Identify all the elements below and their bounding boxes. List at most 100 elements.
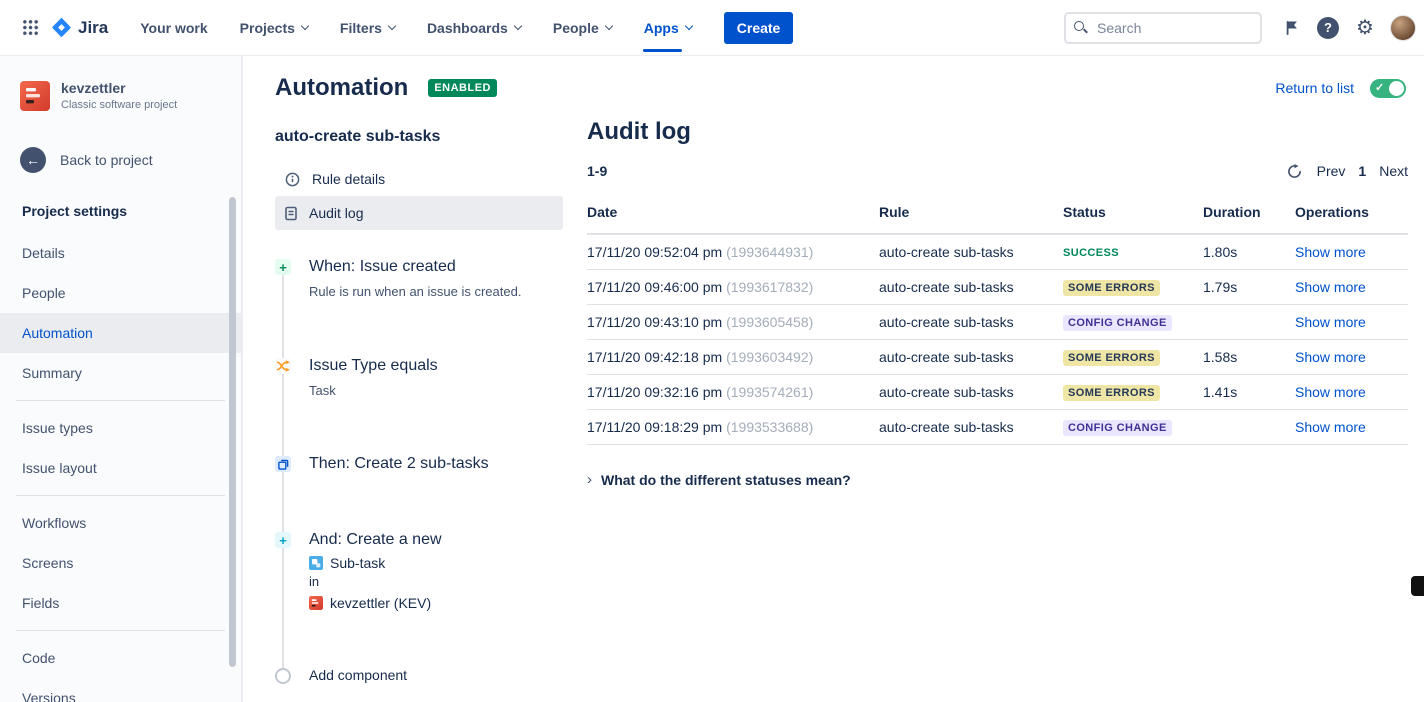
audit-duration: 1.58s xyxy=(1203,340,1295,375)
audit-table-body: 17/11/20 09:52:04 pm (1993644931)auto-cr… xyxy=(587,234,1408,445)
back-to-project-label: Back to project xyxy=(60,152,153,168)
tab-rule-details[interactable]: Rule details xyxy=(275,162,563,196)
audit-status: SOME ERRORS xyxy=(1063,375,1203,410)
rule-panel: auto-create sub-tasks Rule details xyxy=(275,114,587,683)
audit-operations: Show more xyxy=(1295,410,1408,445)
return-to-list-link[interactable]: Return to list xyxy=(1275,80,1354,96)
component-action[interactable]: Then: Create 2 sub-tasks xyxy=(275,455,587,473)
chevron-right-icon xyxy=(587,471,592,488)
project-avatar-icon xyxy=(20,81,50,111)
sidebar-item-details[interactable]: Details xyxy=(0,233,241,273)
nav-item-people[interactable]: People xyxy=(547,0,618,56)
sidebar-item-summary[interactable]: Summary xyxy=(0,353,241,393)
chevron-down-icon xyxy=(605,22,613,30)
audit-row: 17/11/20 09:42:18 pm (1993603492)auto-cr… xyxy=(587,340,1408,375)
show-more-link[interactable]: Show more xyxy=(1295,384,1366,400)
topbar-right-cluster xyxy=(1064,12,1416,44)
sidebar-scrollbar[interactable] xyxy=(229,197,236,667)
sidebar-item-fields[interactable]: Fields xyxy=(0,583,241,623)
sidebar-item-people[interactable]: People xyxy=(0,273,241,313)
project-name: kevzettler xyxy=(61,80,177,96)
nav-item-projects[interactable]: Projects xyxy=(234,0,314,56)
back-to-project[interactable]: Back to project xyxy=(0,147,241,173)
audit-log-section: Audit log 1-9 Prev 1 Next DateRuleS xyxy=(587,114,1410,683)
jira-logo[interactable]: Jira xyxy=(51,17,108,38)
audit-rule: auto-create sub-tasks xyxy=(879,270,1063,305)
sidebar-item-screens[interactable]: Screens xyxy=(0,543,241,583)
audit-operations: Show more xyxy=(1295,270,1408,305)
add-component-button[interactable]: Add component xyxy=(275,667,587,683)
audit-item-id: (1993605458) xyxy=(726,314,813,330)
settings-gear-icon[interactable] xyxy=(1353,16,1377,40)
nav-item-filters[interactable]: Filters xyxy=(334,0,401,56)
show-more-link[interactable]: Show more xyxy=(1295,349,1366,365)
sidebar-section-title: Project settings xyxy=(0,203,241,233)
page-title: Automation xyxy=(275,74,408,102)
main-content: Automation ENABLED Return to list auto-c… xyxy=(245,56,1424,702)
component-condition[interactable]: Issue Type equals Task xyxy=(275,357,587,400)
add-component-label: Add component xyxy=(309,667,407,683)
audit-status: CONFIG CHANGE xyxy=(1063,410,1203,445)
next-button[interactable]: Next xyxy=(1379,163,1408,179)
audit-log-title: Audit log xyxy=(587,118,1408,146)
sidebar-item-code[interactable]: Code xyxy=(0,638,241,678)
help-icon[interactable] xyxy=(1316,16,1340,40)
audit-status: SOME ERRORS xyxy=(1063,340,1203,375)
nav-item-label: Apps xyxy=(644,20,679,36)
audit-operations: Show more xyxy=(1295,340,1408,375)
sidebar-item-issue-types[interactable]: Issue types xyxy=(0,408,241,448)
jira-logo-icon xyxy=(51,17,72,38)
nav-item-apps[interactable]: Apps xyxy=(638,0,698,56)
nav-item-label: Projects xyxy=(240,20,295,36)
sidebar-item-issue-layout[interactable]: Issue layout xyxy=(0,448,241,488)
nav-item-dashboards[interactable]: Dashboards xyxy=(421,0,527,56)
audit-log-icon xyxy=(285,206,297,221)
audit-rule: auto-create sub-tasks xyxy=(879,234,1063,270)
sidebar-divider xyxy=(16,630,225,631)
nav-item-label: Your work xyxy=(140,20,207,36)
audit-date: 17/11/20 09:32:16 pm (1993574261) xyxy=(587,375,879,410)
current-page[interactable]: 1 xyxy=(1358,163,1366,179)
audit-duration xyxy=(1203,410,1295,445)
statuses-help-expander[interactable]: What do the different statuses mean? xyxy=(587,471,1408,488)
audit-operations: Show more xyxy=(1295,375,1408,410)
user-avatar[interactable] xyxy=(1390,15,1416,41)
nav-item-your-work[interactable]: Your work xyxy=(134,0,213,56)
audit-row: 17/11/20 09:43:10 pm (1993605458)auto-cr… xyxy=(587,305,1408,340)
audit-duration: 1.41s xyxy=(1203,375,1295,410)
component-create-new[interactable]: And: Create a new Sub-task in xyxy=(275,531,587,611)
component-subtitle: Task xyxy=(309,382,574,400)
automation-enabled-toggle[interactable] xyxy=(1370,79,1406,98)
prev-button[interactable]: Prev xyxy=(1317,163,1346,179)
refresh-icon[interactable] xyxy=(1286,162,1304,180)
column-header-date: Date xyxy=(587,204,879,234)
component-subtitle: Rule is run when an issue is created. xyxy=(309,283,574,301)
audit-date: 17/11/20 09:43:10 pm (1993605458) xyxy=(587,305,879,340)
chevron-down-icon xyxy=(388,22,396,30)
tab-audit-log[interactable]: Audit log xyxy=(275,196,563,230)
component-trigger[interactable]: When: Issue created Rule is run when an … xyxy=(275,258,587,301)
show-more-link[interactable]: Show more xyxy=(1295,419,1366,435)
audit-date: 17/11/20 09:52:04 pm (1993644931) xyxy=(587,234,879,270)
status-lozenge: SOME ERRORS xyxy=(1063,385,1160,401)
audit-item-id: (1993617832) xyxy=(726,279,813,295)
sidebar-item-workflows[interactable]: Workflows xyxy=(0,503,241,543)
primary-nav: Your work Projects Filters Dashboards People… xyxy=(124,0,708,56)
show-more-link[interactable]: Show more xyxy=(1295,314,1366,330)
nav-item-label: People xyxy=(553,20,599,36)
audit-item-id: (1993533688) xyxy=(726,419,813,435)
sidebar-item-versions[interactable]: Versions xyxy=(0,678,241,702)
show-more-link[interactable]: Show more xyxy=(1295,279,1366,295)
chevron-down-icon xyxy=(685,22,693,30)
project-avatar-icon xyxy=(309,596,323,610)
audit-log-table: DateRuleStatusDurationOperations 17/11/2… xyxy=(587,204,1408,445)
app-switcher-icon[interactable] xyxy=(22,19,39,36)
sidebar-item-automation[interactable]: Automation xyxy=(0,313,241,353)
search-input[interactable] xyxy=(1064,12,1262,44)
edge-overlay-tab[interactable] xyxy=(1411,576,1424,596)
create-button[interactable]: Create xyxy=(724,12,794,44)
announcement-flag-icon[interactable] xyxy=(1279,16,1303,40)
subtask-type-icon xyxy=(309,556,323,570)
connector-label: in xyxy=(309,574,587,589)
show-more-link[interactable]: Show more xyxy=(1295,244,1366,260)
